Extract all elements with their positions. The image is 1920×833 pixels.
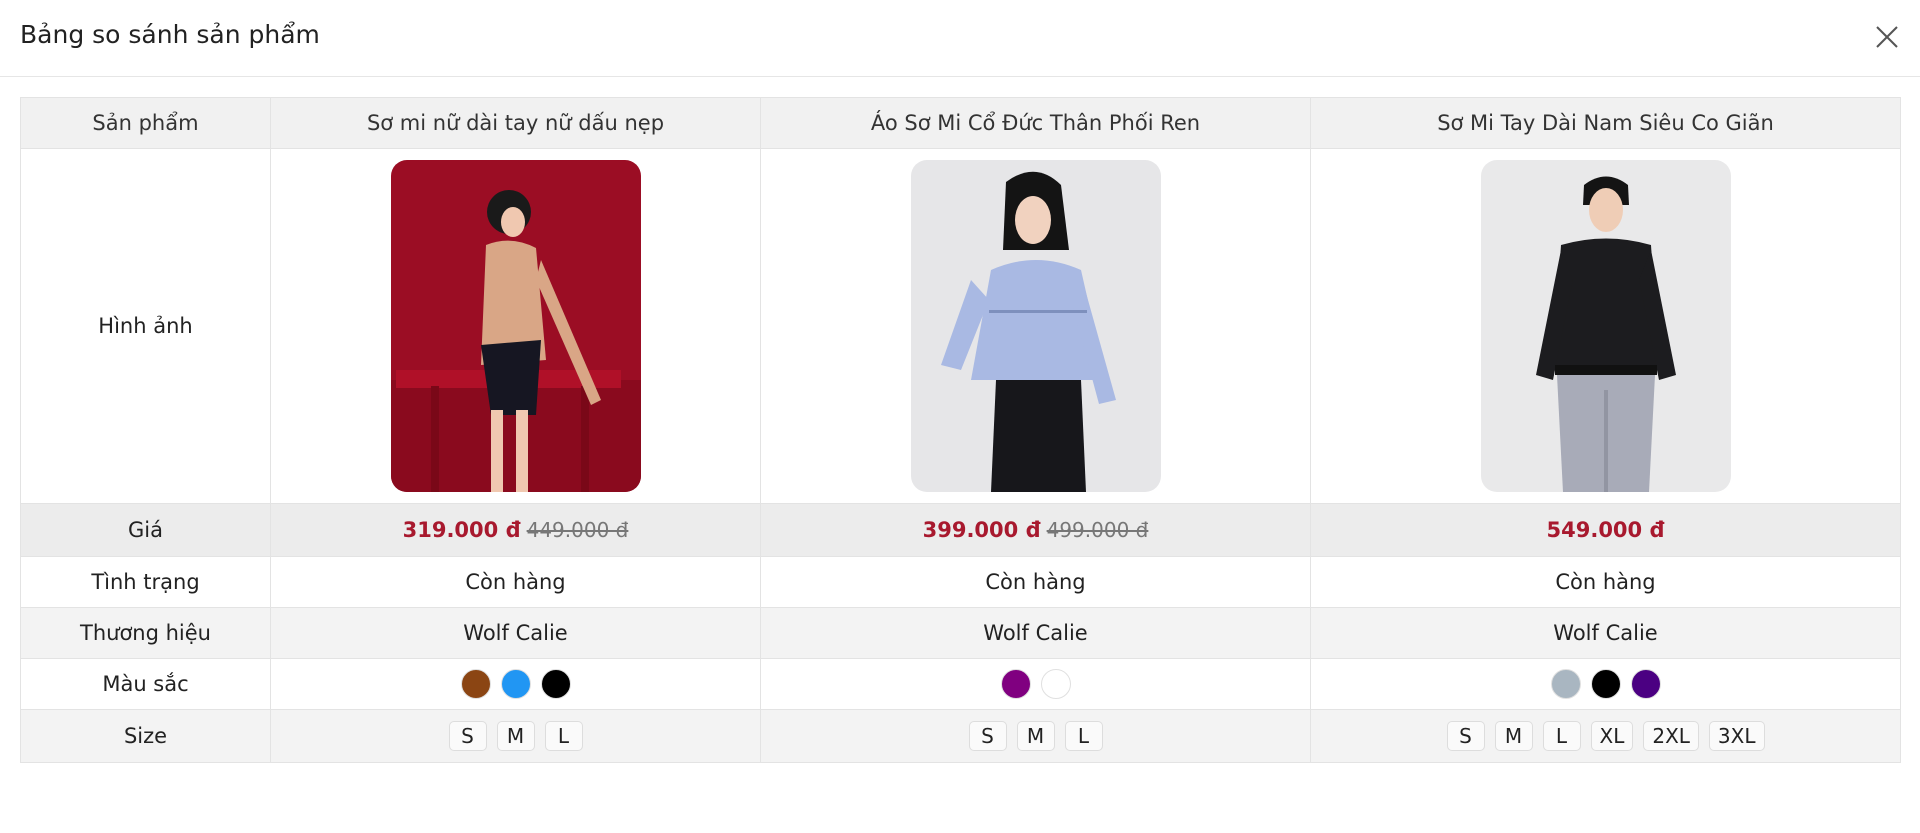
status-row: Tình trạng Còn hàng Còn hàng Còn hàng (20, 556, 1901, 608)
comparison-table: Sản phẩm Sơ mi nữ dài tay nữ dấu nẹp Áo … (20, 97, 1901, 763)
label-image: Hình ảnh (20, 148, 271, 504)
brand-3: Wolf Calie (1310, 607, 1901, 659)
brand-1: Wolf Calie (270, 607, 761, 659)
price-current-2: 399.000 đ (922, 518, 1041, 542)
size-option[interactable]: S (448, 721, 487, 751)
product-image-cell-2 (760, 148, 1311, 504)
image-row: Hình ảnh (20, 148, 1901, 504)
label-status: Tình trạng (20, 556, 271, 608)
close-icon (1876, 26, 1898, 48)
size-option[interactable]: M (496, 721, 535, 751)
color-swatch[interactable] (1550, 669, 1581, 699)
product-image-3[interactable] (1480, 160, 1731, 492)
size-options-3: S M L XL 2XL 3XL (1311, 721, 1900, 751)
status-2: Còn hàng (760, 556, 1311, 608)
brand-row: Thương hiệu Wolf Calie Wolf Calie Wolf C… (20, 607, 1901, 659)
color-swatches-3 (1311, 669, 1900, 699)
price-current-3: 549.000 đ (1546, 518, 1665, 542)
sizes-cell-1: SML (270, 709, 761, 763)
size-option[interactable]: L (544, 721, 583, 751)
product-image-2[interactable] (910, 160, 1161, 492)
label-product: Sản phẩm (20, 97, 271, 149)
price-current-1: 319.000 đ (402, 518, 521, 542)
label-price: Giá (20, 503, 271, 557)
label-brand: Thương hiệu (20, 607, 271, 659)
size-option[interactable]: M (1494, 721, 1533, 751)
colors-cell-1 (270, 658, 761, 710)
price-old-1: 449.000 đ (526, 518, 629, 542)
size-option[interactable]: S (1446, 721, 1485, 751)
colors-row: Màu sắc (20, 658, 1901, 710)
size-option[interactable]: 2XL (1643, 721, 1699, 751)
price-old-2: 499.000 đ (1046, 518, 1149, 542)
size-row: Size SML SML S M L XL 2XL 3XL (20, 709, 1901, 763)
color-swatch[interactable] (1630, 669, 1661, 699)
price-cell-2: 399.000 đ 499.000 đ (760, 503, 1311, 557)
product-name-row: Sản phẩm Sơ mi nữ dài tay nữ dấu nẹp Áo … (20, 97, 1901, 149)
color-swatch[interactable] (500, 669, 531, 699)
label-size: Size (20, 709, 271, 763)
color-swatches-2 (761, 669, 1310, 699)
price-row: Giá 319.000 đ 449.000 đ 399.000 đ 499.000 … (20, 503, 1901, 557)
color-swatch[interactable] (1590, 669, 1621, 699)
label-colors: Màu sắc (20, 658, 271, 710)
price-cell-3: 549.000 đ (1310, 503, 1901, 557)
size-option[interactable]: L (1064, 721, 1103, 751)
color-swatch[interactable] (460, 669, 491, 699)
close-button[interactable] (1872, 22, 1902, 52)
size-option[interactable]: M (1016, 721, 1055, 751)
product-name-1: Sơ mi nữ dài tay nữ dấu nẹp (270, 97, 761, 149)
colors-cell-2 (760, 658, 1311, 710)
size-options-2: SML (761, 721, 1310, 751)
product-image-1[interactable] (390, 160, 641, 492)
color-swatch[interactable] (540, 669, 571, 699)
colors-cell-3 (1310, 658, 1901, 710)
size-option[interactable]: XL (1590, 721, 1634, 751)
sizes-cell-3: S M L XL 2XL 3XL (1310, 709, 1901, 763)
dialog-title: Bảng so sánh sản phẩm (20, 20, 320, 49)
product-name-3: Sơ Mi Tay Dài Nam Siêu Co Giãn (1310, 97, 1901, 149)
dialog-header: Bảng so sánh sản phẩm (0, 0, 1920, 77)
product-name-2: Áo Sơ Mi Cổ Đức Thân Phối Ren (760, 97, 1311, 149)
size-option[interactable]: S (968, 721, 1007, 751)
product-image-cell-3 (1310, 148, 1901, 504)
brand-2: Wolf Calie (760, 607, 1311, 659)
size-option[interactable]: 3XL (1708, 721, 1765, 751)
product-image-cell-1 (270, 148, 761, 504)
color-swatch[interactable] (1040, 669, 1071, 699)
status-3: Còn hàng (1310, 556, 1901, 608)
sizes-cell-2: SML (760, 709, 1311, 763)
color-swatch[interactable] (1000, 669, 1031, 699)
status-1: Còn hàng (270, 556, 761, 608)
size-options-1: SML (271, 721, 760, 751)
size-option[interactable]: L (1542, 721, 1581, 751)
price-cell-1: 319.000 đ 449.000 đ (270, 503, 761, 557)
color-swatches-1 (271, 669, 760, 699)
